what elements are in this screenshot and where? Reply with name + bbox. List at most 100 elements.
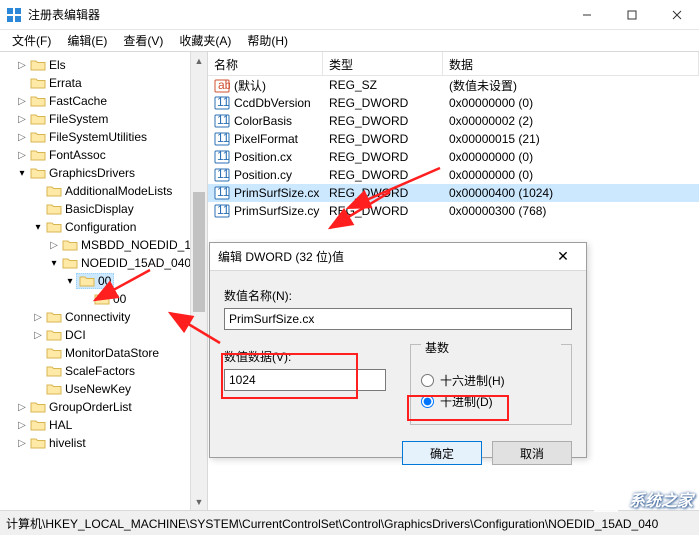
scroll-thumb[interactable] [193,192,205,312]
maximize-button[interactable] [609,0,654,29]
tree-item[interactable]: 00 [0,290,207,308]
caret-closed-icon[interactable]: ▷ [16,132,28,143]
column-name[interactable]: 名称 [208,52,323,75]
caret-closed-icon[interactable]: ▷ [16,402,28,413]
column-data[interactable]: 数据 [443,52,699,75]
tree-item[interactable]: MonitorDataStore [0,344,207,362]
caret-closed-icon[interactable]: ▷ [16,150,28,161]
list-row[interactable]: 110PrimSurfSize.cxREG_DWORD0x00000400 (1… [208,184,699,202]
tree-item[interactable]: AdditionalModeLists [0,182,207,200]
minimize-button[interactable] [564,0,609,29]
tree-item[interactable]: ▷Connectivity [0,308,207,326]
value-name: (默认) [234,79,266,93]
tree-item[interactable]: ▷HAL [0,416,207,434]
value-type: REG_DWORD [323,132,443,146]
base-legend: 基数 [421,339,561,356]
folder-icon [30,76,46,90]
svg-text:110: 110 [217,96,230,109]
folder-icon [30,58,46,72]
tree-item-label: FontAssoc [49,148,106,162]
caret-open-icon[interactable]: ▾ [48,258,60,269]
tree-item[interactable]: ▾GraphicsDrivers [0,164,207,182]
ok-button[interactable]: 确定 [402,441,482,465]
caret-closed-icon[interactable]: ▷ [16,96,28,107]
value-type: REG_DWORD [323,186,443,200]
radio-hex[interactable]: 十六进制(H) [421,372,561,389]
list-row[interactable]: 110 Position.cx REG_DWORD0x00000000 (0) [208,148,699,166]
menu-edit[interactable]: 编辑(E) [59,30,115,51]
edit-dword-dialog: 编辑 DWORD (32 位)值 ✕ 数值名称(N): 数值数据(V): 基数 … [209,242,587,458]
tree-item[interactable]: ▾ Configuration [0,218,207,236]
tree-item[interactable]: ▷ DCI [0,326,207,344]
tree-item-label: NOEDID_15AD_040 [81,256,191,270]
tree-item-label: 00 [113,292,126,306]
value-type: REG_DWORD [323,96,443,110]
dialog-close-icon[interactable]: ✕ [548,248,578,265]
tree-item[interactable]: ▾ NOEDID_15AD_040 [0,254,207,272]
folder-icon [46,184,62,198]
tree-item[interactable]: ▷FastCache [0,92,207,110]
tree-item-label: Configuration [65,220,136,234]
tree-item[interactable]: Errata [0,74,207,92]
value-type: REG_DWORD [323,150,443,164]
scroll-up-icon[interactable]: ▲ [191,52,207,69]
cancel-button[interactable]: 取消 [492,441,572,465]
scroll-down-icon[interactable]: ▼ [191,493,207,510]
value-type-icon: 110 [214,168,230,182]
value-name: Position.cx [234,150,292,164]
close-button[interactable] [654,0,699,29]
menu-view[interactable]: 查看(V) [115,30,171,51]
caret-closed-icon[interactable]: ▷ [32,312,44,323]
list-row[interactable]: 110CcdDbVersionREG_DWORD0x00000000 (0) [208,94,699,112]
svg-text:110: 110 [217,150,230,163]
menu-favorites[interactable]: 收藏夹(A) [171,30,239,51]
menu-file[interactable]: 文件(F) [4,30,59,51]
value-type-icon: ab [214,79,230,93]
caret-closed-icon[interactable]: ▷ [48,240,60,251]
value-name-label: 数值名称(N): [224,287,572,304]
list-row[interactable]: 110ColorBasisREG_DWORD0x00000002 (2) [208,112,699,130]
menu-help[interactable]: 帮助(H) [239,30,296,51]
caret-closed-icon[interactable]: ▷ [32,330,44,341]
list-row[interactable]: 110PixelFormatREG_DWORD0x00000015 (21) [208,130,699,148]
column-type[interactable]: 类型 [323,52,443,75]
value-type-icon: 110 [214,150,230,164]
tree-scrollbar[interactable]: ▲ ▼ [190,52,207,510]
value-type: REG_DWORD [323,114,443,128]
tree-item-label: Errata [49,76,82,90]
tree-item[interactable]: ▷hivelist [0,434,207,452]
tree-item-label: DCI [65,328,86,342]
tree-item[interactable]: ▷ FontAssoc [0,146,207,164]
tree-item[interactable]: ▾00 [0,272,207,290]
caret-open-icon[interactable]: ▾ [32,222,44,233]
folder-icon [30,148,46,162]
tree-item[interactable]: ▷FileSystemUtilities [0,128,207,146]
caret-open-icon[interactable]: ▾ [64,276,76,287]
folder-icon [30,112,46,126]
titlebar: 注册表编辑器 [0,0,699,30]
tree-item[interactable]: ▷FileSystem [0,110,207,128]
folder-icon [46,364,62,378]
value-type-icon: 110 [214,186,230,200]
tree-item[interactable]: ▷Els [0,56,207,74]
value-data: 0x00000000 (0) [443,150,699,164]
list-row[interactable]: ab(默认)REG_SZ(数值未设置) [208,76,699,94]
list-row[interactable]: 110Position.cyREG_DWORD0x00000000 (0) [208,166,699,184]
tree-item[interactable]: ▷GroupOrderList [0,398,207,416]
list-header: 名称 类型 数据 [208,52,699,76]
dialog-titlebar[interactable]: 编辑 DWORD (32 位)值 ✕ [210,243,586,271]
caret-closed-icon[interactable]: ▷ [16,438,28,449]
tree-item[interactable]: UseNewKey [0,380,207,398]
caret-closed-icon[interactable]: ▷ [16,114,28,125]
value-data-input[interactable] [224,369,386,391]
tree-item[interactable]: BasicDisplay [0,200,207,218]
caret-closed-icon[interactable]: ▷ [16,60,28,71]
value-type: REG_SZ [323,78,443,92]
radio-dec[interactable]: 十进制(D) [421,393,561,410]
tree-item[interactable]: ▷MSBDD_NOEDID_1 [0,236,207,254]
folder-icon [94,292,110,306]
tree-item[interactable]: ScaleFactors [0,362,207,380]
list-row[interactable]: 110PrimSurfSize.cyREG_DWORD0x00000300 (7… [208,202,699,220]
caret-open-icon[interactable]: ▾ [16,168,28,179]
caret-closed-icon[interactable]: ▷ [16,420,28,431]
